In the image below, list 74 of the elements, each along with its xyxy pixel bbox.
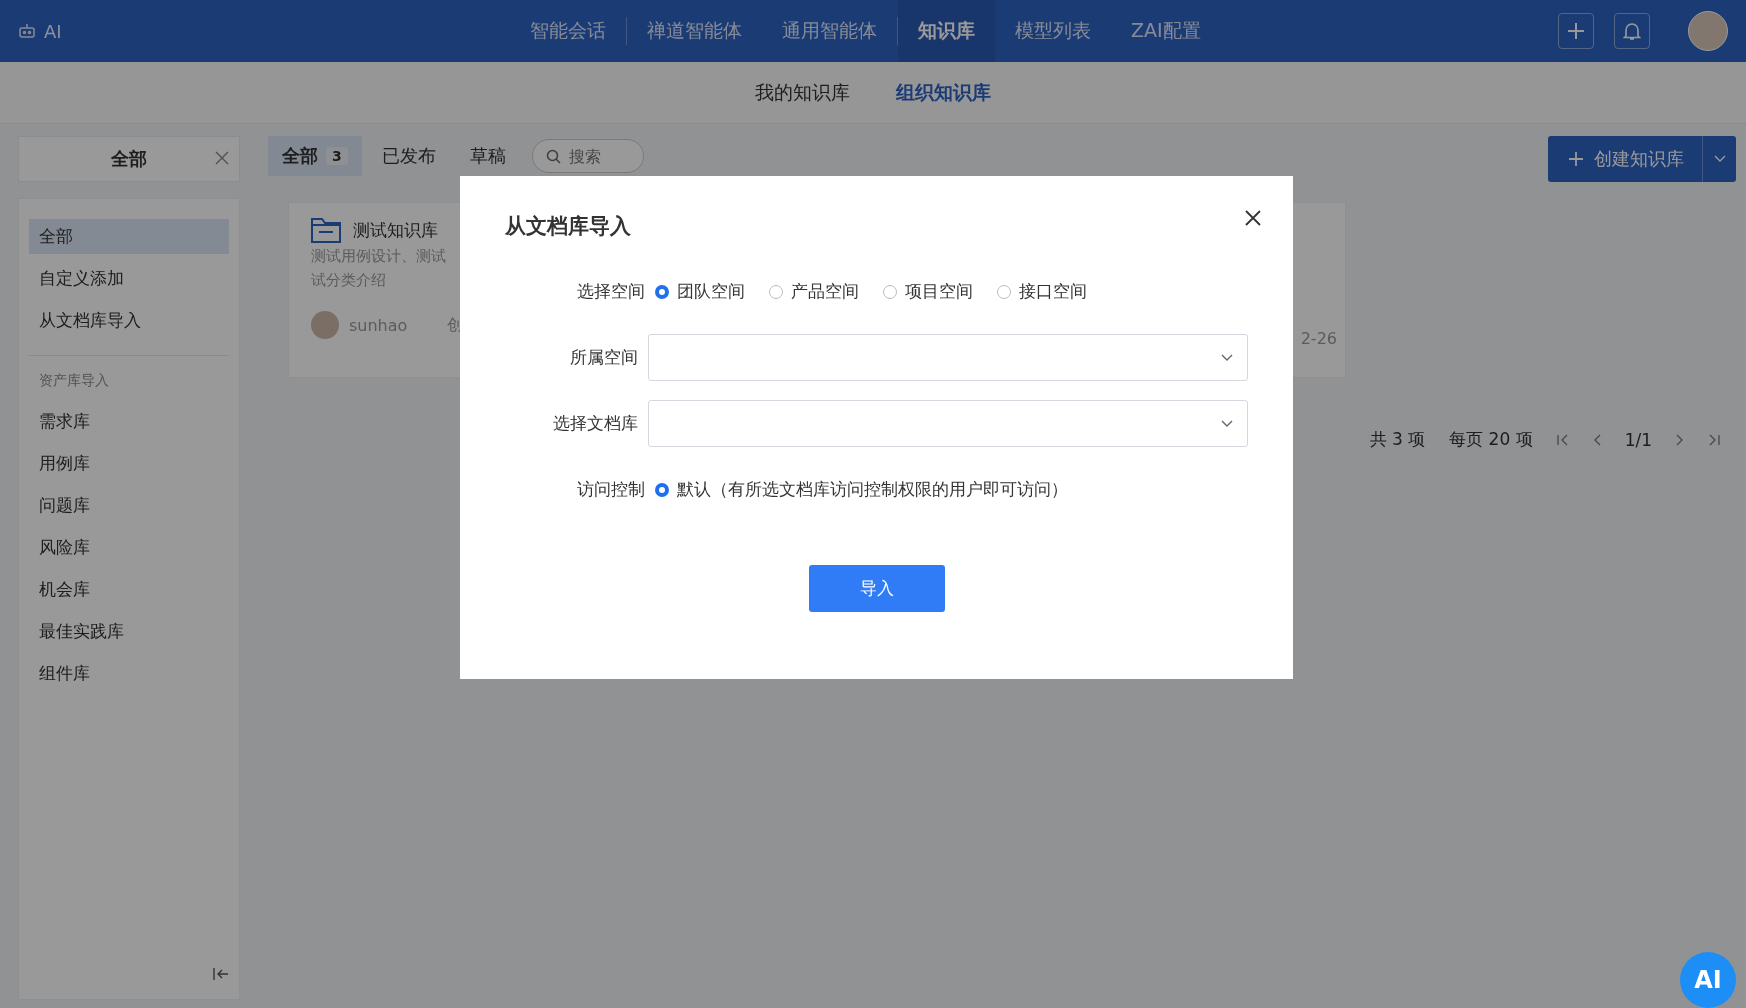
sidebar-section-title: 资产库导入 bbox=[38, 372, 110, 390]
page-size[interactable]: 每页 20 项 bbox=[1449, 428, 1533, 451]
status-tab[interactable]: 已发布 bbox=[367, 136, 450, 176]
card-description: 测试用例设计、测试 bbox=[311, 246, 446, 267]
first-page-button[interactable] bbox=[1556, 433, 1569, 446]
radio-option[interactable]: 默认（有所选文档库访问控制权限的用户即可访问） bbox=[655, 478, 1068, 501]
sidebar-item[interactable]: 从文档库导入 bbox=[29, 303, 229, 338]
radio-option[interactable]: 项目空间 bbox=[883, 280, 973, 303]
chevron-down-icon bbox=[1713, 155, 1726, 163]
last-page-button[interactable] bbox=[1708, 433, 1720, 446]
nav-tab[interactable]: 知识库 bbox=[898, 0, 995, 62]
status-tab[interactable]: 草稿 bbox=[455, 136, 520, 176]
author-avatar bbox=[311, 311, 339, 339]
chevron-down-icon bbox=[1221, 353, 1233, 362]
notification-button[interactable] bbox=[1614, 13, 1650, 49]
radio-option[interactable]: 接口空间 bbox=[997, 280, 1087, 303]
radio-option[interactable]: 产品空间 bbox=[769, 280, 859, 303]
sidebar-item[interactable]: 自定义添加 bbox=[29, 261, 229, 296]
chevron-right-icon bbox=[1676, 433, 1684, 446]
radio-button[interactable] bbox=[655, 284, 669, 299]
import-button[interactable]: 导入 bbox=[808, 565, 945, 612]
sidebar-item[interactable]: 用例库 bbox=[29, 446, 229, 481]
sidebar-item[interactable]: 问题库 bbox=[29, 488, 229, 523]
field-label: 选择空间 bbox=[576, 280, 646, 303]
user-avatar[interactable] bbox=[1688, 11, 1728, 51]
plus-icon bbox=[1568, 151, 1584, 167]
card-description: 试分类介绍 bbox=[311, 270, 386, 291]
card-title: 测试知识库 bbox=[353, 218, 438, 242]
field-label: 所属空间 bbox=[568, 346, 639, 369]
last-page-icon bbox=[1708, 433, 1720, 446]
app-logo-text: AI bbox=[44, 20, 62, 42]
close-icon bbox=[1245, 210, 1261, 226]
folder-icon bbox=[311, 217, 341, 243]
sidebar-item[interactable]: 风险库 bbox=[29, 530, 229, 565]
field-label: 访问控制 bbox=[576, 478, 646, 501]
nav-tab[interactable]: 智能会话 bbox=[510, 0, 626, 62]
chevron-left-icon bbox=[1592, 433, 1601, 446]
sub-tab[interactable]: 组织知识库 bbox=[896, 71, 991, 114]
select-field[interactable] bbox=[647, 400, 1248, 447]
dialog-title: 从文档库导入 bbox=[505, 213, 632, 240]
sidebar-item[interactable]: 需求库 bbox=[29, 404, 229, 439]
filter-label: 全部 bbox=[111, 147, 147, 171]
first-page-icon bbox=[1556, 433, 1569, 446]
nav-tab[interactable]: 模型列表 bbox=[995, 0, 1111, 62]
sidebar-item[interactable]: 机会库 bbox=[29, 572, 229, 607]
sub-tab[interactable]: 我的知识库 bbox=[755, 71, 850, 114]
robot-icon bbox=[18, 23, 36, 39]
ai-assistant-button[interactable]: AI bbox=[1680, 952, 1736, 1008]
sidebar-item[interactable]: 最佳实践库 bbox=[29, 614, 229, 649]
nav-tab[interactable]: ZAI配置 bbox=[1111, 0, 1221, 62]
total-count: 共 3 项 bbox=[1369, 428, 1426, 451]
nav-tab[interactable]: 禅道智能体 bbox=[627, 0, 762, 62]
radio-button[interactable] bbox=[655, 482, 669, 497]
page-indicator: 1/1 bbox=[1624, 429, 1652, 450]
sidebar-item[interactable]: 全部 bbox=[29, 219, 229, 254]
bell-icon bbox=[1623, 21, 1641, 41]
status-tab[interactable]: 全部 3 bbox=[268, 136, 362, 176]
collapse-icon[interactable] bbox=[213, 967, 229, 981]
nav-tab[interactable]: 通用智能体 bbox=[762, 0, 897, 62]
previous-page-button[interactable] bbox=[1592, 433, 1601, 446]
add-button[interactable] bbox=[1558, 13, 1594, 49]
sidebar-item[interactable]: 组件库 bbox=[29, 656, 229, 691]
chevron-down-icon bbox=[1221, 419, 1233, 428]
card-date: 2-26 bbox=[1300, 329, 1337, 348]
author-name: sunhao bbox=[349, 315, 408, 335]
plus-icon bbox=[1566, 21, 1586, 41]
filter-box[interactable]: 全部 bbox=[18, 136, 240, 182]
count-badge: 3 bbox=[326, 147, 348, 165]
next-page-button[interactable] bbox=[1676, 433, 1684, 446]
search-field[interactable]: 搜索 bbox=[531, 139, 644, 173]
field-label: 选择文档库 bbox=[551, 412, 639, 435]
radio-option[interactable]: 团队空间 bbox=[655, 280, 745, 303]
select-field[interactable] bbox=[647, 334, 1248, 381]
close-icon[interactable] bbox=[215, 151, 229, 165]
